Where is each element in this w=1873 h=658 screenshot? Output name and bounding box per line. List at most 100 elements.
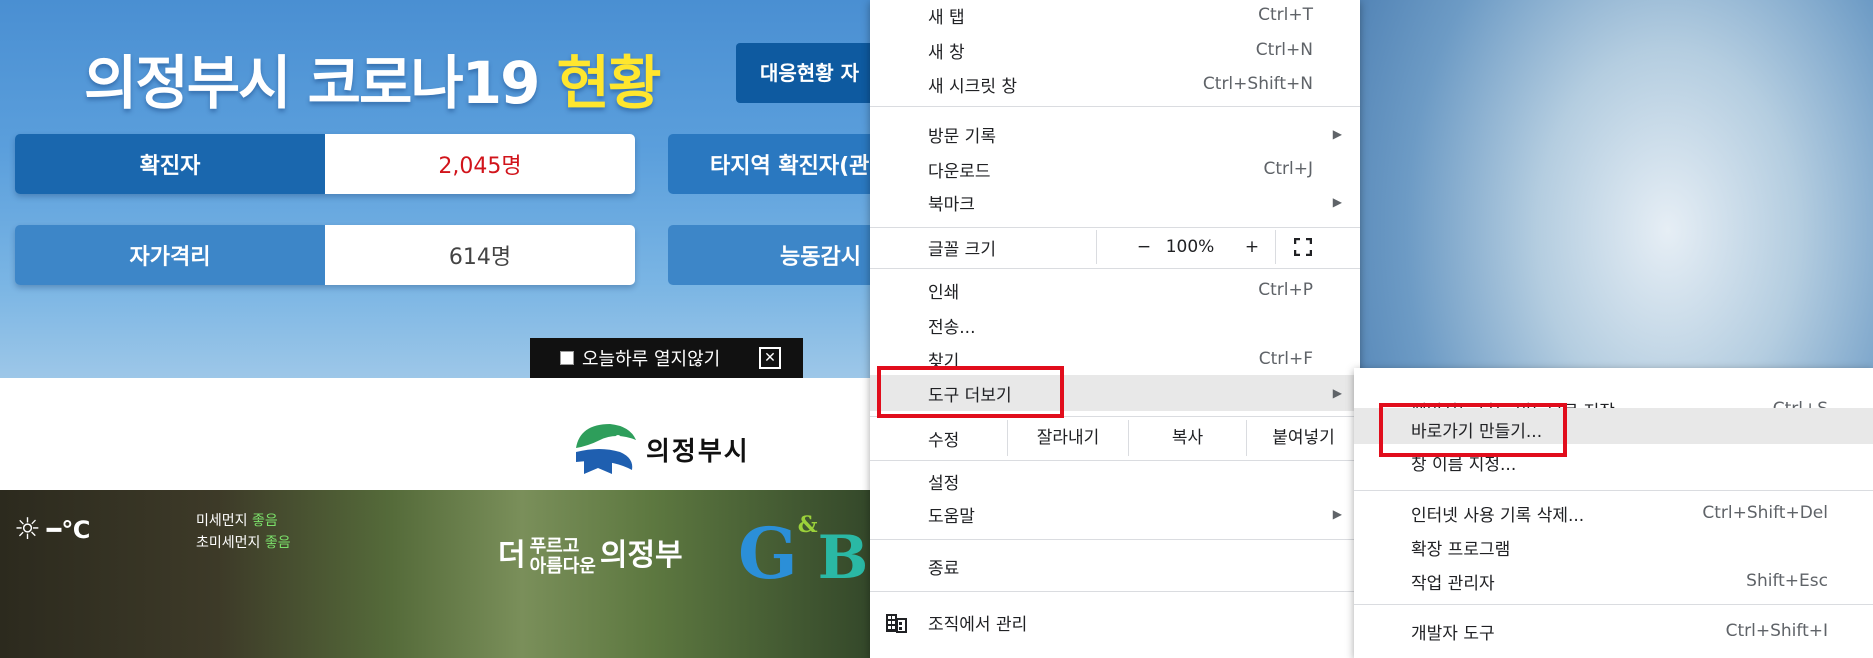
submenu-arrow-icon: ▶	[1332, 127, 1342, 141]
menu-item-shortcut: Ctrl+J	[1263, 159, 1313, 179]
slogan-prefix: 더	[498, 538, 526, 573]
menu-item-label: 조직에서 관리	[928, 614, 1028, 635]
menu-item-managed-by-org[interactable]: 조직에서 관리	[870, 605, 1360, 639]
menu-item-cast[interactable]: 전송...	[870, 308, 1360, 342]
stat-label: 확진자	[15, 134, 325, 194]
menu-separator	[1354, 490, 1873, 491]
menu-item-label: 개발자 도구	[1411, 623, 1495, 644]
dust-label: 미세먼지	[196, 513, 248, 529]
menu-item-shortcut: Shift+Esc	[1746, 571, 1828, 591]
menu-item-label: 전송...	[928, 317, 976, 338]
menu-item-label: 바로가기 만들기...	[1411, 422, 1543, 442]
response-status-button[interactable]: 대응현황 자	[736, 43, 870, 103]
menu-separator	[870, 539, 1360, 540]
menu-separator	[870, 227, 1360, 228]
menu-item-label: 새 탭	[928, 7, 965, 28]
dismiss-today-checkbox[interactable]	[560, 351, 574, 365]
menu-item-shortcut: Ctrl+P	[1258, 280, 1313, 300]
menu-separator	[870, 460, 1360, 461]
menu-item-settings[interactable]: 설정	[870, 464, 1360, 498]
menu-item-history[interactable]: 방문 기록 ▶	[870, 117, 1360, 151]
menu-item-help[interactable]: 도움말 ▶	[870, 497, 1360, 531]
menu-separator	[870, 591, 1360, 592]
menu-item-downloads[interactable]: 다운로드 Ctrl+J	[870, 152, 1360, 186]
submenu-arrow-icon: ▶	[1332, 195, 1342, 209]
menu-item-label: 새 창	[928, 42, 965, 63]
stat-label: 자가격리	[15, 225, 325, 285]
menu-item-label: 도구 더보기	[928, 385, 1012, 406]
dismiss-today-label[interactable]: 오늘하루 열지않기	[582, 345, 720, 371]
gb-logo-b: B	[817, 523, 869, 593]
nature-banner: ☼ ━℃ 미세먼지 좋음 초미세먼지 좋음 더 푸르고 아름다운 의정부 G&B	[0, 490, 870, 658]
submenu-arrow-icon: ▶	[1332, 507, 1342, 521]
menu-item-label: 종료	[928, 558, 960, 579]
menu-item-label: 설정	[928, 473, 960, 494]
menu-item-label: 새 시크릿 창	[928, 76, 1018, 97]
menu-item-find[interactable]: 찾기 Ctrl+F	[870, 342, 1360, 376]
menu-item-label: 글꼴 크기	[928, 239, 996, 260]
slogan-main: 의정부	[599, 538, 683, 573]
copy-button[interactable]: 복사	[1129, 420, 1246, 456]
stat-row-confirmed: 확진자 2,045명	[15, 134, 635, 194]
city-name: 의정부시	[646, 436, 750, 467]
menu-item-new-tab[interactable]: 새 탭 Ctrl+T	[870, 0, 1360, 32]
submenu-item-developer-tools[interactable]: 개발자 도구 Ctrl+Shift+I	[1354, 614, 1873, 648]
menu-item-bookmarks[interactable]: 북마크 ▶	[870, 185, 1360, 219]
menu-item-more-tools[interactable]: 도구 더보기 ▶	[870, 375, 1360, 411]
menu-separator	[870, 416, 1360, 417]
building-icon	[886, 614, 907, 633]
banner-title-main: 의정부시 코로나19	[84, 49, 557, 117]
menu-separator	[870, 106, 1360, 107]
air-quality: 미세먼지 좋음 초미세먼지 좋음	[196, 510, 291, 554]
menu-item-print[interactable]: 인쇄 Ctrl+P	[870, 273, 1360, 307]
submenu-item-create-shortcut[interactable]: 바로가기 만들기...	[1354, 408, 1873, 444]
menu-item-shortcut: Ctrl+Shift+Del	[1702, 503, 1828, 523]
browser-main-menu: 새 탭 Ctrl+T 새 창 Ctrl+N 새 시크릿 창 Ctrl+Shift+N …	[870, 0, 1360, 658]
sun-icon: ☼	[14, 512, 41, 547]
gb-logo-amp: &	[797, 512, 818, 538]
dust-value: 좋음	[251, 513, 278, 529]
gb-logo: G&B	[738, 512, 868, 595]
submenu-item-extensions[interactable]: 확장 프로그램	[1354, 530, 1873, 564]
menu-item-shortcut: Ctrl+Shift+N	[1202, 74, 1313, 94]
fine-dust-value: 좋음	[264, 535, 291, 551]
banner-title: 의정부시 코로나19 현황	[84, 36, 662, 120]
menu-item-label: 인쇄	[928, 282, 960, 303]
menu-item-shortcut: Ctrl+F	[1258, 349, 1313, 369]
fullscreen-icon[interactable]	[1294, 238, 1312, 256]
menu-divider	[1096, 230, 1097, 264]
submenu-item-name-window[interactable]: 창 이름 지정...	[1354, 447, 1873, 477]
city-logo[interactable]: 의정부시	[570, 418, 750, 480]
menu-item-exit[interactable]: 종료	[870, 549, 1360, 583]
menu-item-label: 도움말	[928, 506, 975, 527]
menu-item-incognito[interactable]: 새 시크릿 창 Ctrl+Shift+N	[870, 67, 1360, 101]
stat-label-other-region: 타지역 확진자(관	[668, 134, 870, 194]
cut-button[interactable]: 잘라내기	[1008, 420, 1128, 456]
menu-item-label: 찾기	[928, 351, 960, 372]
close-icon[interactable]: ✕	[759, 347, 781, 369]
submenu-arrow-icon: ▶	[1332, 386, 1342, 400]
menu-item-edit: 수정 잘라내기 복사 붙여넣기	[870, 420, 1360, 456]
city-slogan: 더 푸르고 아름다운 의정부	[498, 530, 683, 577]
submenu-item-task-manager[interactable]: 작업 관리자 Shift+Esc	[1354, 564, 1873, 598]
submenu-item-clear-browsing-data[interactable]: 인터넷 사용 기록 삭제... Ctrl+Shift+Del	[1354, 496, 1873, 530]
fine-dust-label: 초미세먼지	[196, 535, 261, 551]
menu-item-label: 북마크	[928, 194, 975, 215]
more-tools-submenu: 페이지를 다른 이름으로 저장...Ctrl+S 바로가기 만들기... 창 이…	[1354, 368, 1873, 658]
menu-divider	[1275, 230, 1276, 264]
stat-value: 614명	[325, 225, 635, 285]
menu-item-label: 인터넷 사용 기록 삭제...	[1411, 505, 1585, 526]
menu-item-new-window[interactable]: 새 창 Ctrl+N	[870, 33, 1360, 67]
zoom-in-button[interactable]: +	[1232, 230, 1272, 264]
banner-title-highlight: 현황	[556, 49, 662, 117]
popup-dismiss-bar: 오늘하루 열지않기 ✕	[530, 338, 803, 378]
menu-item-label: 방문 기록	[928, 126, 996, 147]
stat-row-self-quarantine: 자가격리 614명	[15, 225, 635, 285]
covid-status-banner: 의정부시 코로나19 현황 대응현황 자 확진자 2,045명 자가격리 614…	[0, 0, 870, 378]
menu-item-label: 작업 관리자	[1411, 573, 1495, 594]
paste-button[interactable]: 붙여넣기	[1247, 420, 1360, 456]
zoom-level: 100%	[1165, 237, 1215, 257]
stat-value: 2,045명	[325, 134, 635, 194]
menu-separator	[870, 268, 1360, 269]
weather-widget: ☼ ━℃	[14, 512, 90, 547]
